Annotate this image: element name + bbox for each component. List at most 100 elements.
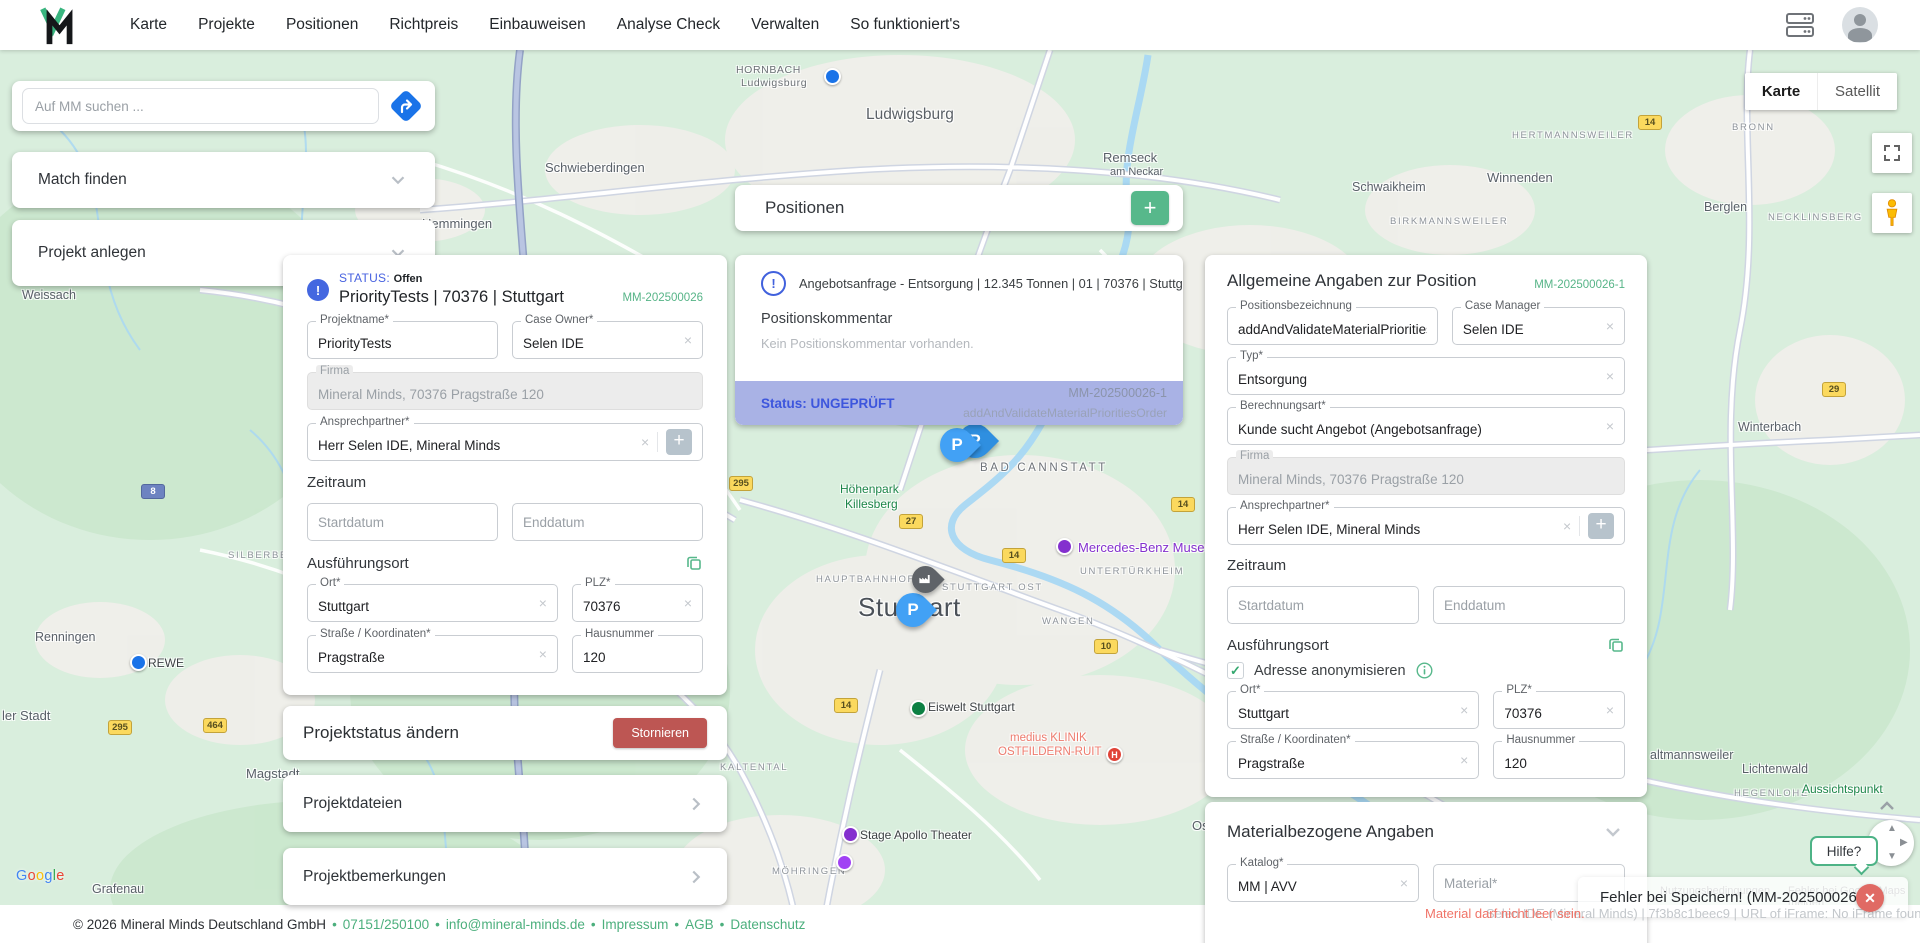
berechnungsart-input[interactable]: [1238, 415, 1600, 437]
ort-field[interactable]: Ort* ×: [307, 584, 558, 622]
ansprechpartner-field[interactable]: Ansprechpartner* × +: [307, 423, 703, 461]
ansprechpartner-field[interactable]: Ansprechpartner* × +: [1227, 507, 1625, 545]
clear-icon[interactable]: ×: [539, 647, 547, 661]
info-icon[interactable]: [1416, 662, 1433, 679]
strasse-input[interactable]: [318, 643, 533, 665]
project-files-card[interactable]: Projektdateien: [283, 775, 727, 832]
clear-icon[interactable]: ×: [1606, 419, 1614, 433]
projektname-field[interactable]: Projektname*: [307, 321, 498, 359]
berechnungsart-field[interactable]: Berechnungsart* ×: [1227, 407, 1625, 445]
strasse-field[interactable]: Straße / Koordinaten* ×: [1227, 741, 1479, 779]
user-avatar[interactable]: [1842, 7, 1878, 43]
position-item-card[interactable]: ! Angebotsanfrage - Entsorgung | 12.345 …: [735, 255, 1183, 425]
add-position-button[interactable]: +: [1131, 191, 1169, 225]
enddatum-field[interactable]: [512, 503, 703, 541]
nav-item-positionen[interactable]: Positionen: [286, 16, 358, 34]
plz-input[interactable]: [583, 592, 678, 614]
plz-field[interactable]: PLZ* ×: [1493, 691, 1625, 729]
clear-icon[interactable]: ×: [1460, 703, 1468, 717]
nav-item-richtpreis[interactable]: Richtpreis: [389, 16, 458, 34]
typ-input[interactable]: [1238, 365, 1600, 387]
katalog-field[interactable]: Katalog* ×: [1227, 864, 1419, 902]
startdatum-field[interactable]: [1227, 586, 1419, 624]
anonymize-checkbox[interactable]: ✓: [1227, 662, 1244, 679]
startdatum-field[interactable]: [307, 503, 498, 541]
footer-datenschutz-link[interactable]: Datenschutz: [730, 917, 805, 932]
footer-email-link[interactable]: info@mineral-minds.de: [446, 917, 585, 932]
search-input[interactable]: [22, 88, 379, 124]
case-manager-field[interactable]: Case Manager ×: [1452, 307, 1625, 345]
clear-icon[interactable]: ×: [539, 596, 547, 610]
hausnummer-field[interactable]: Hausnummer: [1493, 741, 1625, 779]
ort-input[interactable]: [1238, 699, 1454, 721]
startdatum-input[interactable]: [1238, 598, 1408, 613]
clear-icon[interactable]: ×: [641, 435, 649, 449]
katalog-input[interactable]: [1238, 872, 1394, 894]
copy-icon[interactable]: [1607, 636, 1625, 654]
nav-item-projekte[interactable]: Projekte: [198, 16, 255, 34]
hausnummer-field[interactable]: Hausnummer: [572, 635, 703, 673]
positionsbezeichnung-field[interactable]: Positionsbezeichnung: [1227, 307, 1438, 345]
hausnummer-input[interactable]: [1504, 749, 1614, 771]
ort-input[interactable]: [318, 592, 533, 614]
ansprechpartner-input[interactable]: [318, 431, 635, 453]
chevron-right-icon[interactable]: [685, 793, 707, 815]
help-button[interactable]: Hilfe?: [1810, 836, 1878, 866]
startdatum-input[interactable]: [318, 515, 487, 530]
nav-item-analyse-check[interactable]: Analyse Check: [617, 16, 720, 34]
ansprechpartner-input[interactable]: [1238, 515, 1557, 537]
footer-agb-link[interactable]: AGB: [685, 917, 714, 932]
match-finden-panel[interactable]: Match finden: [12, 152, 435, 208]
clear-icon[interactable]: ×: [1606, 703, 1614, 717]
clear-icon[interactable]: ×: [1606, 369, 1614, 383]
chevron-down-icon[interactable]: [387, 169, 409, 191]
nav-item-einbauweisen[interactable]: Einbauweisen: [489, 16, 586, 34]
clear-icon[interactable]: ×: [1400, 876, 1408, 890]
enddatum-input[interactable]: [523, 515, 692, 530]
mineral-minds-logo[interactable]: [38, 3, 82, 47]
enddatum-input[interactable]: [1444, 598, 1614, 613]
map-pin-project[interactable]: P: [889, 586, 937, 634]
nav-item-verwalten[interactable]: Verwalten: [751, 16, 819, 34]
case-owner-input[interactable]: [523, 329, 678, 351]
case-manager-input[interactable]: [1463, 315, 1600, 337]
nav-item-karte[interactable]: Karte: [130, 16, 167, 34]
footer-impressum-link[interactable]: Impressum: [602, 917, 669, 932]
fullscreen-button[interactable]: [1872, 133, 1912, 173]
chevron-down-icon[interactable]: [1601, 820, 1625, 844]
enddatum-field[interactable]: [1433, 586, 1625, 624]
projektname-input[interactable]: [318, 329, 487, 351]
clear-icon[interactable]: ×: [684, 333, 692, 347]
ort-field[interactable]: Ort* ×: [1227, 691, 1479, 729]
position-item-header[interactable]: ! Angebotsanfrage - Entsorgung | 12.345 …: [761, 271, 1161, 296]
chevron-right-icon[interactable]: [685, 866, 707, 888]
project-remarks-card[interactable]: Projektbemerkungen: [283, 848, 727, 905]
ausfuehrungsort-label: Ausführungsort: [1227, 637, 1329, 654]
add-contact-button[interactable]: +: [666, 429, 692, 455]
copy-icon[interactable]: [685, 554, 703, 572]
plz-input[interactable]: [1504, 699, 1599, 721]
directions-button[interactable]: [387, 87, 425, 125]
map-type-karte-button[interactable]: Karte: [1745, 73, 1817, 110]
clear-icon[interactable]: ×: [1460, 753, 1468, 767]
stornieren-button[interactable]: Stornieren: [613, 718, 707, 748]
strasse-field[interactable]: Straße / Koordinaten* ×: [307, 635, 558, 673]
toast-close-button[interactable]: ✕: [1856, 884, 1884, 912]
case-owner-field[interactable]: Case Owner* ×: [512, 321, 703, 359]
server-icon[interactable]: [1784, 10, 1816, 40]
clear-icon[interactable]: ×: [1606, 319, 1614, 333]
nav-item-so-funktionierts[interactable]: So funktioniert's: [850, 16, 960, 34]
strasse-input[interactable]: [1238, 749, 1454, 771]
plz-field[interactable]: PLZ* ×: [572, 584, 703, 622]
clear-icon[interactable]: ×: [684, 596, 692, 610]
positionsbezeichnung-input[interactable]: [1238, 315, 1427, 337]
clear-icon[interactable]: ×: [1563, 519, 1571, 533]
map-type-satellit-button[interactable]: Satellit: [1817, 73, 1897, 110]
map-pin-position[interactable]: P: [933, 421, 981, 469]
collapse-chevron-icon[interactable]: [1878, 800, 1896, 812]
pegman-button[interactable]: [1872, 193, 1912, 233]
hausnummer-input[interactable]: [583, 643, 692, 665]
typ-field[interactable]: Typ* ×: [1227, 357, 1625, 395]
add-contact-button[interactable]: +: [1588, 513, 1614, 539]
footer-phone-link[interactable]: 07151/250100: [343, 917, 429, 932]
